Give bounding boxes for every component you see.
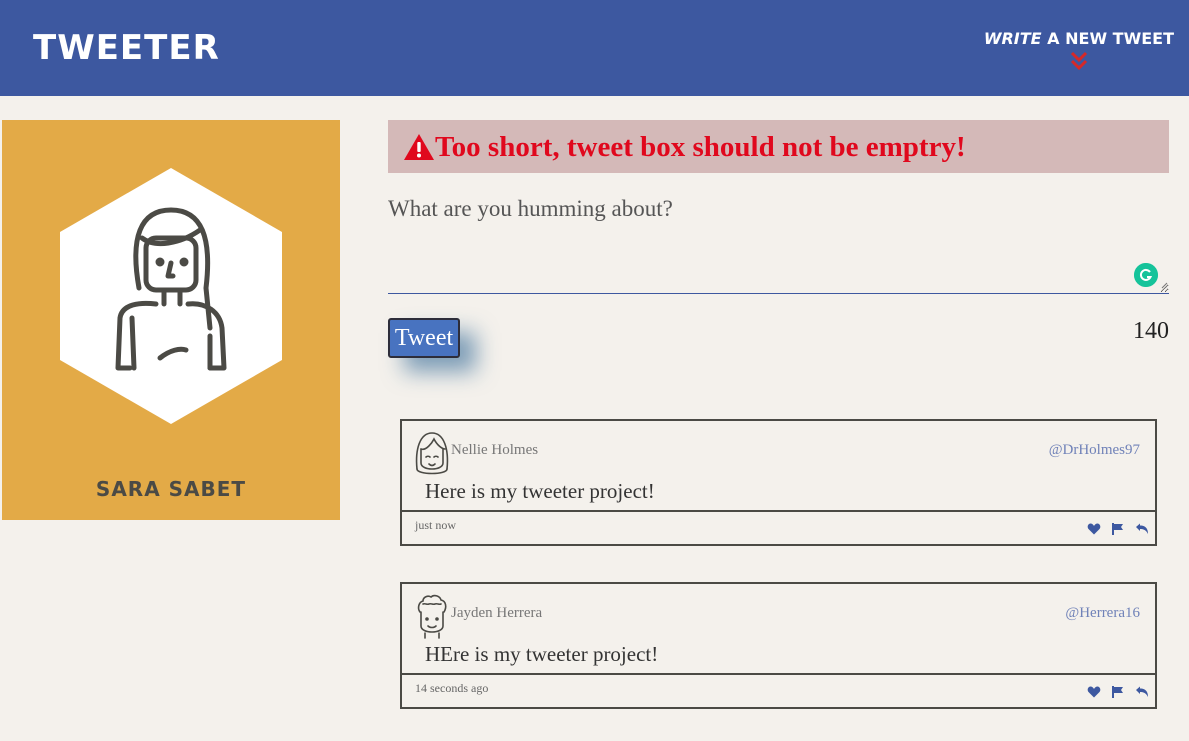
resize-handle-icon[interactable] [1161,282,1168,289]
heart-icon[interactable] [1087,522,1101,536]
tweet-button[interactable]: Tweet [388,318,460,358]
retweet-icon[interactable] [1135,522,1149,536]
tweet-actions [1087,685,1149,699]
compose-label-rest: A NEW TWEET [1041,29,1174,48]
compose-form [388,190,1169,294]
brand-logo[interactable]: TWEETER [33,28,220,68]
profile-name: SARA SABET [95,477,247,501]
warning-icon [404,134,434,160]
tweet-timestamp: just now [415,518,457,532]
tweet-content: HEre is my tweeter project! [425,642,659,666]
heart-icon[interactable] [1087,685,1101,699]
error-banner: Too short, tweet box should not be emptr… [388,120,1169,173]
flag-icon[interactable] [1111,685,1125,699]
tweet-footer: 14 seconds ago [402,673,1155,707]
top-nav: TWEETER WRITE A NEW TWEET [0,0,1189,96]
error-message: Too short, tweet box should not be emptr… [435,131,966,163]
tweet-card: Nellie Holmes @DrHolmes97 Here is my twe… [400,419,1157,546]
tweet-author-handle[interactable]: @Herrera16 [1065,605,1140,622]
profile-avatar [60,168,282,424]
tweet-content: Here is my tweeter project! [425,479,655,503]
write-new-tweet-button[interactable]: WRITE A NEW TWEET [984,29,1174,71]
compose-label-write: WRITE [983,29,1042,48]
tweet-text-input[interactable] [388,190,1169,294]
profile-card: SARA SABET [2,120,340,520]
user-avatar [415,432,449,475]
tweet-footer: just now [402,510,1155,544]
grammarly-icon[interactable] [1134,263,1158,287]
tweet-card: Jayden Herrera @Herrera16 HEre is my twe… [400,582,1157,709]
tweet-author-handle[interactable]: @DrHolmes97 [1049,442,1140,459]
user-avatar [417,594,447,639]
retweet-icon[interactable] [1135,685,1149,699]
tweet-actions [1087,522,1149,536]
tweet-author-name: Jayden Herrera [451,605,543,621]
character-counter: 140 [1133,318,1169,344]
tweet-author-name: Nellie Holmes [451,442,539,458]
tweet-timestamp: 14 seconds ago [415,681,489,695]
chevron-double-down-icon[interactable] [1070,51,1088,71]
flag-icon[interactable] [1111,522,1125,536]
